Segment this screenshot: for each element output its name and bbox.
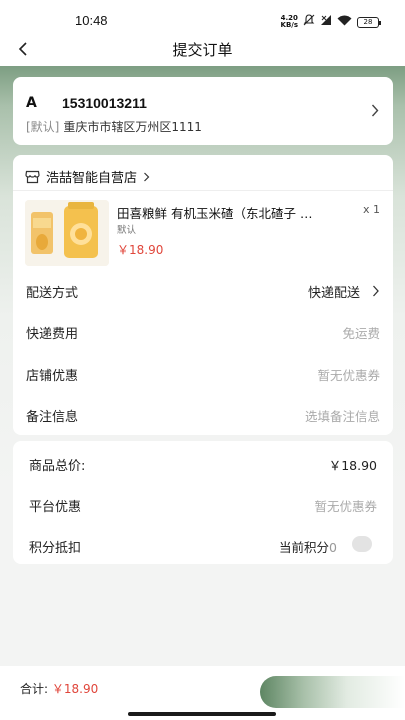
points-current: 当前积分0 bbox=[279, 540, 337, 555]
submit-order-button[interactable] bbox=[260, 676, 405, 708]
points-toggle[interactable] bbox=[352, 536, 372, 552]
signal-x-icon bbox=[320, 14, 332, 30]
store-coupon-label: 店铺优惠 bbox=[26, 369, 79, 384]
product-spec: 默认 bbox=[117, 225, 137, 236]
recipient-phone: 15310013211 bbox=[62, 95, 147, 111]
goods-total-row: 商品总价: ￥18.90 bbox=[29, 455, 377, 475]
nav-bar: 提交订单 bbox=[0, 34, 405, 66]
product-price: ￥18.90 bbox=[117, 243, 164, 257]
remark-row: 备注信息 选填备注信息 bbox=[26, 406, 380, 426]
address-detail: 重庆市市辖区万州区1111 bbox=[63, 120, 202, 134]
summary-card: 商品总价: ￥18.90 平台优惠 暂无优惠券 积分抵扣 当前积分0 bbox=[13, 441, 393, 564]
delivery-method-label: 配送方式 bbox=[26, 286, 79, 301]
platform-coupon-row[interactable]: 平台优惠 暂无优惠券 bbox=[29, 496, 377, 516]
home-indicator bbox=[128, 712, 276, 716]
chevron-right-icon bbox=[373, 285, 379, 297]
order-total: 合计: ￥18.90 bbox=[20, 682, 99, 696]
address-line: [默认] 重庆市市辖区万州区1111 bbox=[26, 118, 202, 135]
network-speed: 4.20 KB/s bbox=[280, 14, 298, 29]
platform-coupon-label: 平台优惠 bbox=[29, 500, 82, 515]
battery-icon: 28 bbox=[357, 16, 381, 28]
recipient-name: A bbox=[26, 95, 37, 111]
points-label: 积分抵扣 bbox=[29, 541, 82, 556]
product-quantity: x 1 bbox=[362, 203, 380, 216]
store-coupon-row[interactable]: 店铺优惠 暂无优惠券 bbox=[26, 365, 380, 385]
delivery-method-row[interactable]: 配送方式 快递配送 bbox=[26, 282, 380, 302]
goods-total-label: 商品总价: bbox=[29, 459, 86, 474]
chevron-right-icon bbox=[371, 104, 379, 117]
platform-coupon-value: 暂无优惠券 bbox=[314, 499, 377, 514]
product-image bbox=[25, 200, 109, 266]
shop-name: 浩喆智能自营店 bbox=[46, 171, 138, 186]
goods-total-value: ￥18.90 bbox=[328, 458, 377, 473]
shipping-fee-label: 快递费用 bbox=[26, 327, 79, 342]
address-card[interactable]: A 15310013211 [默认] 重庆市市辖区万州区1111 bbox=[13, 77, 393, 145]
delivery-method-value: 快递配送 bbox=[307, 286, 360, 301]
remark-input[interactable]: 选填备注信息 bbox=[305, 406, 380, 425]
status-bar: 10:48 4.20 KB/s 28 bbox=[0, 0, 405, 34]
points-row: 积分抵扣 当前积分0 bbox=[29, 536, 377, 557]
order-total-value: ￥18.90 bbox=[51, 682, 99, 696]
divider bbox=[13, 190, 393, 191]
default-tag: [默认] bbox=[26, 120, 60, 134]
chevron-right-icon bbox=[144, 172, 150, 181]
shop-header[interactable]: 浩喆智能自营店 bbox=[25, 167, 150, 186]
product-title: 田喜粮鲜 有机玉米碴（东北碴子 … bbox=[117, 206, 313, 221]
store-icon bbox=[25, 170, 40, 183]
shipping-fee-row: 快递费用 免运费 bbox=[26, 323, 380, 343]
remark-label: 备注信息 bbox=[26, 410, 79, 425]
store-coupon-value: 暂无优惠券 bbox=[317, 368, 380, 383]
shipping-fee-value: 免运费 bbox=[342, 326, 380, 341]
order-card: 浩喆智能自营店 田喜粮鲜 有机玉米碴（东北碴子 … x 1 默认 ￥18.90 … bbox=[13, 155, 393, 435]
page-title: 提交订单 bbox=[172, 41, 233, 59]
status-icons: 4.20 KB/s 28 bbox=[280, 14, 381, 30]
status-time: 10:48 bbox=[75, 13, 108, 28]
mute-icon bbox=[303, 14, 315, 30]
wifi-icon bbox=[337, 15, 352, 30]
